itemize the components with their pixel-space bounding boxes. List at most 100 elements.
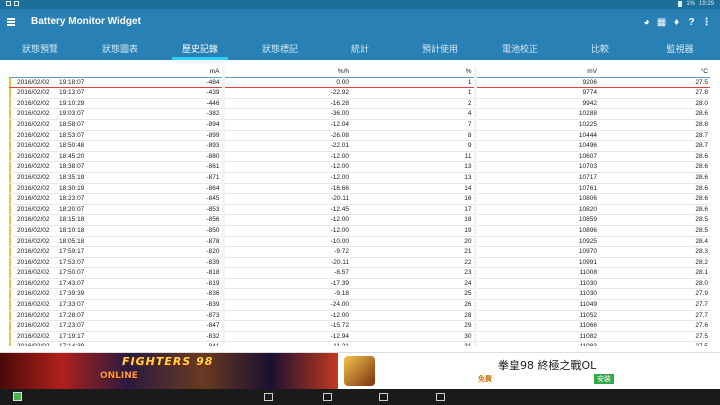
row-celsius: 28.3 bbox=[599, 246, 710, 258]
row-percent: 28 bbox=[351, 310, 475, 322]
row-ma: -439 bbox=[99, 87, 223, 99]
row-date: 2016/02/02 bbox=[9, 108, 59, 120]
tab-compare[interactable]: 比較 bbox=[560, 36, 640, 60]
status-bar: 1% 19:29 bbox=[0, 0, 720, 9]
help-icon[interactable]: ? bbox=[684, 15, 699, 30]
notification-icon bbox=[14, 1, 19, 6]
table-row[interactable]: 2016/02/02 17:19:17 -832 -12.94 30 11082 27.5 bbox=[9, 331, 710, 343]
row-mv: 10761 bbox=[473, 183, 599, 195]
tab-status-preview[interactable]: 狀態預覽 bbox=[0, 36, 80, 60]
row-mv: 10925 bbox=[473, 236, 599, 248]
tab-status-marks[interactable]: 狀態標記 bbox=[240, 36, 320, 60]
row-percent: 21 bbox=[351, 246, 475, 258]
app-title: Battery Monitor Widget bbox=[31, 16, 141, 27]
row-percent: 1 bbox=[351, 77, 475, 89]
row-mv: 11083 bbox=[473, 341, 599, 346]
table-row[interactable]: 2016/02/02 17:59:17 -820 -9.72 21 10970 28.3 bbox=[9, 246, 710, 258]
tab-bar: 狀態預覽 狀態圖表 歷史記錄 狀態標記 統計 預計使用 電池校正 比較 監視器 bbox=[0, 36, 720, 60]
header-celsius: °C bbox=[599, 67, 710, 78]
table-row[interactable]: 2016/02/02 17:39:39 -836 -9.18 25 11030 27.9 bbox=[9, 288, 710, 301]
tab-status-chart[interactable]: 狀態圖表 bbox=[80, 36, 160, 60]
row-celsius: 27.8 bbox=[599, 87, 710, 99]
table-row[interactable]: 2016/02/02 17:23:07 -847 -15.72 29 11066 27.6 bbox=[9, 320, 710, 332]
ad-banner[interactable]: FIGHTERS 98 ONLINE 拳皇98 終極之戰OL 免費 安裝 bbox=[0, 352, 720, 389]
table-row[interactable]: 2016/02/02 18:35:19 -871 -12.00 13 10717 28.6 bbox=[9, 172, 710, 184]
tab-estimated-use[interactable]: 預計使用 bbox=[400, 36, 480, 60]
row-percent-per-hour: -36.00 bbox=[221, 108, 351, 120]
table-header-row: mA %/h % mV °C bbox=[9, 67, 710, 78]
row-time: 17:59:17 bbox=[59, 246, 99, 258]
row-celsius: 28.6 bbox=[599, 108, 710, 120]
more-icon[interactable]: ⋮ bbox=[699, 15, 714, 30]
pie-chart-icon[interactable]: ◕ bbox=[639, 15, 654, 30]
row-percent-per-hour: -12.94 bbox=[221, 331, 351, 343]
home-icon[interactable] bbox=[379, 393, 388, 401]
row-celsius: 28.7 bbox=[599, 140, 710, 152]
history-table[interactable]: mA %/h % mV °C 2016/02/02 19:18:07 -484 0.0… bbox=[9, 67, 710, 346]
row-date: 2016/02/02 bbox=[9, 161, 59, 173]
app-thumbnail-icon[interactable] bbox=[13, 392, 22, 401]
ad-artwork[interactable]: FIGHTERS 98 ONLINE bbox=[0, 353, 338, 389]
table-row[interactable]: 2016/02/02 18:45:20 -880 -12.00 11 10607 28.6 bbox=[9, 151, 710, 163]
table-row[interactable]: 2016/02/02 18:15:18 -856 -12.00 18 10859 28.5 bbox=[9, 214, 710, 226]
row-date: 2016/02/02 bbox=[9, 257, 59, 269]
table-row[interactable]: 2016/02/02 18:38:07 -861 -12.00 13 10703 28.6 bbox=[9, 161, 710, 173]
status-time: 19:29 bbox=[698, 1, 714, 7]
table-row[interactable]: 2016/02/02 19:10:29 -446 -16.28 2 9942 28.0 bbox=[9, 98, 710, 110]
row-mv: 11066 bbox=[473, 320, 599, 332]
table-row[interactable]: 2016/02/02 17:43:07 -819 -17.39 24 11030 28.0 bbox=[9, 278, 710, 290]
table-row[interactable]: 2016/02/0217:14:39-841-11.21311108327.5 bbox=[9, 341, 710, 346]
table-row[interactable]: 2016/02/02 18:30:19 -864 -16.66 14 10761 28.6 bbox=[9, 183, 710, 195]
table-row[interactable]: 2016/02/02 18:23:07 -845 -20.11 16 10806 28.6 bbox=[9, 193, 710, 205]
ad-install-button[interactable]: 安裝 bbox=[594, 374, 614, 384]
row-percent: 29 bbox=[351, 320, 475, 332]
row-ma: -873 bbox=[99, 310, 223, 322]
tab-statistics[interactable]: 統計 bbox=[320, 36, 400, 60]
row-date: 2016/02/02 bbox=[9, 151, 59, 163]
tab-battery-calibration[interactable]: 電池校正 bbox=[480, 36, 560, 60]
row-date: 2016/02/02 bbox=[9, 320, 59, 332]
table-row[interactable]: 2016/02/02 17:28:07 -873 -12.00 28 11052 27.7 bbox=[9, 310, 710, 322]
row-percent-per-hour: -9.72 bbox=[221, 246, 351, 258]
row-time: 18:10:18 bbox=[59, 225, 99, 237]
table-row[interactable]: 2016/02/02 19:13:07 -439 -22.92 1 9774 27.8 bbox=[9, 87, 710, 99]
recent-apps-icon[interactable] bbox=[436, 393, 445, 401]
row-percent-per-hour: -17.39 bbox=[221, 278, 351, 290]
table-row[interactable]: 2016/02/02 18:58:07 -894 -12.04 7 10225 28.8 bbox=[9, 119, 710, 131]
row-ma: -818 bbox=[99, 267, 223, 279]
row-time: 19:13:07 bbox=[59, 87, 99, 99]
table-row[interactable]: 2016/02/02 19:18:07 -484 0.00 1 9206 27.5 bbox=[9, 77, 710, 89]
app-menu-icon[interactable] bbox=[7, 17, 17, 27]
table-row[interactable]: 2016/02/02 17:33:07 -839 -24.00 26 11049 27.7 bbox=[9, 299, 710, 311]
table-row[interactable]: 2016/02/02 18:50:48 -893 -22.01 9 10496 28.7 bbox=[9, 140, 710, 152]
ad-art-subtitle: ONLINE bbox=[100, 371, 138, 381]
row-percent-per-hour: -12.00 bbox=[221, 225, 351, 237]
screenshot-icon[interactable] bbox=[264, 393, 273, 401]
tab-monitor[interactable]: 監視器 bbox=[640, 36, 720, 60]
row-percent: 7 bbox=[351, 119, 475, 131]
table-row[interactable]: 2016/02/02 18:20:07 -853 -12.45 17 10820 28.6 bbox=[9, 204, 710, 216]
table-row[interactable]: 2016/02/02 19:03:07 -382 -36.00 4 10288 28.6 bbox=[9, 108, 710, 120]
row-ma: -894 bbox=[99, 119, 223, 131]
row-mv: 11030 bbox=[473, 278, 599, 290]
row-percent-per-hour: -12.00 bbox=[221, 214, 351, 226]
tab-history[interactable]: 歷史記錄 bbox=[160, 36, 240, 60]
row-date: 2016/02/02 bbox=[9, 77, 59, 89]
table-row[interactable]: 2016/02/02 17:53:07 -839 -20.11 22 10991 28.2 bbox=[9, 257, 710, 269]
row-percent: 4 bbox=[351, 108, 475, 120]
table-row[interactable]: 2016/02/02 17:50:07 -818 -8.57 23 11008 28.1 bbox=[9, 267, 710, 279]
table-row[interactable]: 2016/02/02 18:10:18 -850 -12.00 19 10896 28.5 bbox=[9, 225, 710, 237]
location-icon[interactable]: ♦ bbox=[669, 15, 684, 30]
table-row[interactable]: 2016/02/02 18:53:07 -899 -26.08 8 10444 28.7 bbox=[9, 130, 710, 142]
ad-game-title[interactable]: 拳皇98 終極之戰OL bbox=[498, 357, 596, 373]
ad-free-label: 免費 bbox=[478, 375, 492, 383]
navigation-bar bbox=[0, 389, 720, 405]
ad-art-title: FIGHTERS 98 bbox=[122, 355, 214, 368]
table-row[interactable]: 2016/02/02 18:05:18 -878 -10.00 20 10925 28.4 bbox=[9, 236, 710, 248]
game-icon[interactable] bbox=[344, 356, 375, 386]
back-icon[interactable] bbox=[323, 393, 332, 401]
grid-icon[interactable]: ▦ bbox=[654, 15, 669, 30]
row-celsius: 28.8 bbox=[599, 119, 710, 131]
row-date: 2016/02/02 bbox=[9, 193, 59, 205]
row-mv: 11049 bbox=[473, 299, 599, 311]
